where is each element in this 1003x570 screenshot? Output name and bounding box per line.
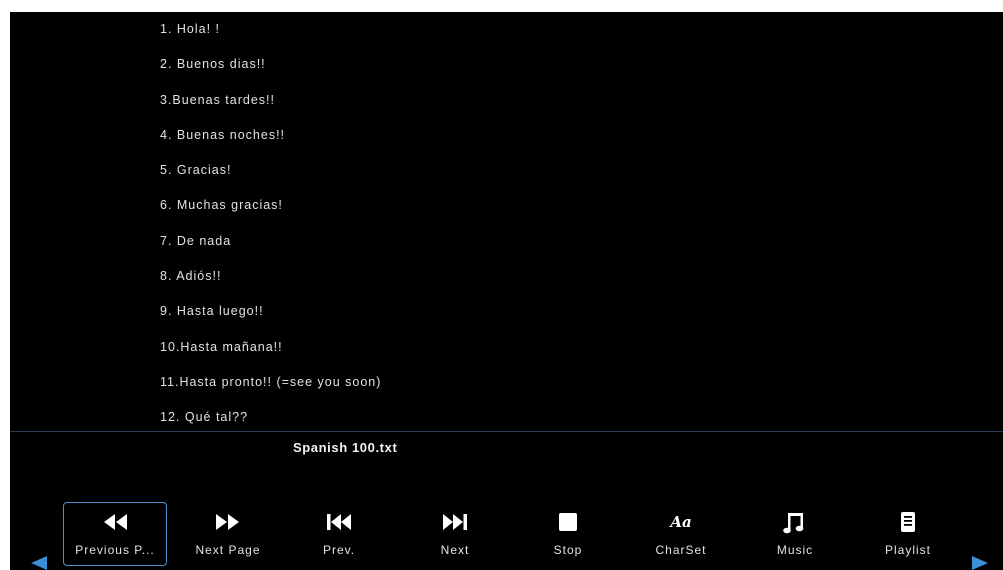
music-button[interactable]: Music bbox=[743, 502, 847, 566]
scroll-right-arrow-icon[interactable] bbox=[972, 556, 988, 570]
playlist-label: Playlist bbox=[884, 543, 931, 557]
next-track-button[interactable]: Next bbox=[403, 502, 507, 566]
text-line: 12. Qué tal?? bbox=[160, 410, 249, 425]
file-name: Spanish 100.txt bbox=[293, 440, 398, 455]
content-divider bbox=[10, 431, 1003, 432]
skip-next-icon bbox=[404, 511, 506, 535]
text-line: 8. Adiós!! bbox=[160, 269, 222, 284]
text-line: 10.Hasta mañana!! bbox=[160, 339, 283, 354]
text-line: 7. De nada bbox=[160, 233, 232, 248]
music-note-icon bbox=[744, 511, 846, 535]
fast-forward-icon bbox=[177, 511, 279, 535]
charset-label: CharSet bbox=[655, 543, 707, 557]
text-line: 2. Buenos dias!! bbox=[160, 57, 266, 72]
next-page-label: Next Page bbox=[195, 543, 261, 557]
playlist-icon bbox=[857, 511, 959, 535]
text-content: 1. Hola! ! 2. Buenos dias!! 3.Buenas tar… bbox=[160, 20, 860, 444]
skip-previous-icon bbox=[288, 511, 390, 535]
previous-page-label: Previous P... bbox=[75, 543, 155, 557]
previous-track-label: Prev. bbox=[322, 543, 356, 557]
previous-page-button[interactable]: Previous P... bbox=[63, 502, 167, 566]
stop-label: Stop bbox=[553, 543, 583, 557]
stop-icon bbox=[517, 511, 619, 535]
playlist-button[interactable]: Playlist bbox=[856, 502, 960, 566]
charset-icon: Aa bbox=[630, 511, 732, 535]
playback-toolbar: Previous P... Next Page Prev. Next Stop … bbox=[10, 500, 1003, 570]
text-line: 4. Buenas noches!! bbox=[160, 127, 286, 142]
previous-track-button[interactable]: Prev. bbox=[287, 502, 391, 566]
charset-button[interactable]: Aa CharSet bbox=[629, 502, 733, 566]
charset-glyph: Aa bbox=[670, 513, 692, 531]
next-track-label: Next bbox=[440, 543, 470, 557]
rewind-icon bbox=[64, 511, 166, 535]
text-line: 1. Hola! ! bbox=[160, 22, 221, 36]
stop-button[interactable]: Stop bbox=[516, 502, 620, 566]
text-line: 9. Hasta luego!! bbox=[160, 304, 264, 319]
text-line: 11.Hasta pronto!! (=see you soon) bbox=[160, 374, 382, 389]
text-viewer-screen: 1. Hola! ! 2. Buenos dias!! 3.Buenas tar… bbox=[10, 12, 1003, 570]
next-page-button[interactable]: Next Page bbox=[176, 502, 280, 566]
text-line: 6. Muchas gracias! bbox=[160, 198, 283, 213]
text-line: 3.Buenas tardes!! bbox=[160, 92, 275, 107]
music-label: Music bbox=[776, 543, 814, 557]
text-line: 5. Gracias! bbox=[160, 163, 232, 178]
scroll-left-arrow-icon[interactable] bbox=[31, 556, 47, 570]
